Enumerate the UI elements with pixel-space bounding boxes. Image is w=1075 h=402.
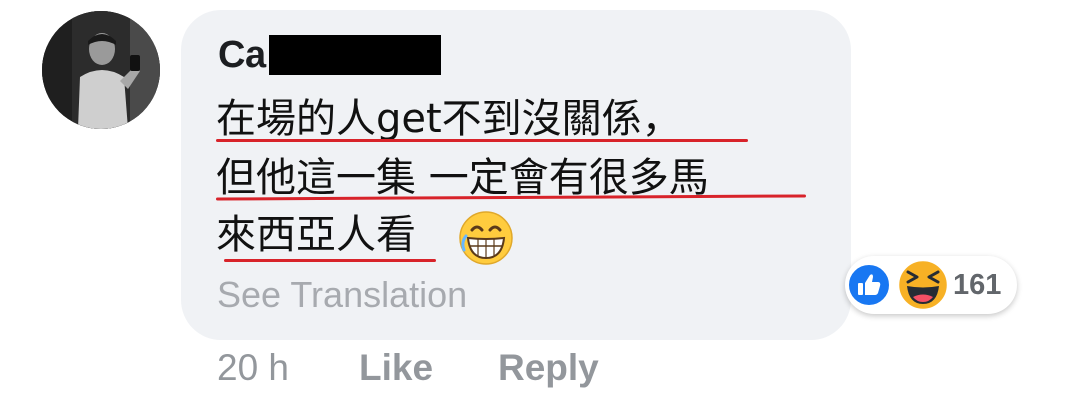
person-photo — [42, 11, 160, 129]
redaction-bar — [268, 35, 441, 75]
like-button[interactable]: Like — [359, 347, 433, 389]
highlight-underline — [216, 139, 748, 142]
comment-text-line-1: 在場的人get不到沒關係， — [216, 96, 682, 142]
haha-icon — [896, 258, 950, 312]
highlight-underline — [224, 259, 436, 262]
like-icon — [847, 263, 891, 307]
avatar[interactable] — [42, 11, 160, 129]
comment-text-line-3: 來西亞人看 — [216, 212, 416, 258]
grinning-sweat-emoji — [459, 211, 513, 265]
reaction-summary[interactable]: 161 — [845, 256, 1017, 314]
see-translation-link[interactable]: See Translation — [217, 274, 467, 316]
comment-author[interactable]: Ca — [218, 34, 441, 76]
reaction-count: 161 — [953, 269, 1002, 301]
author-name[interactable]: Ca — [218, 34, 266, 77]
comment-timestamp[interactable]: 20 h — [217, 347, 289, 389]
reply-button[interactable]: Reply — [498, 347, 599, 389]
